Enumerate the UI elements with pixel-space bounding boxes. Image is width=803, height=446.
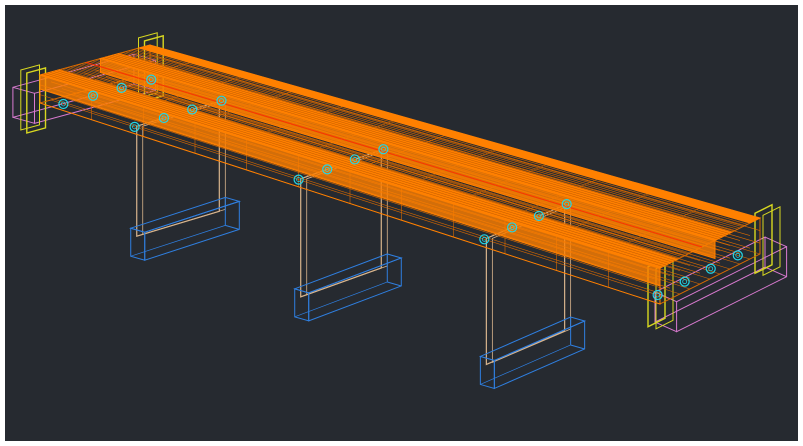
deck-centerline bbox=[86, 61, 703, 248]
abutment-cap-edge bbox=[12, 116, 35, 124]
footing-top bbox=[478, 316, 587, 361]
bearing-icon bbox=[679, 276, 690, 287]
abutment-cap-back bbox=[676, 245, 788, 333]
deck-longitudinal-line bbox=[94, 79, 711, 269]
deck-barrier-line bbox=[59, 69, 679, 260]
abutment-cap-edge bbox=[764, 236, 787, 248]
abutment-cap-edge bbox=[12, 86, 35, 94]
deck-longitudinal-line bbox=[105, 76, 721, 264]
footing-edge bbox=[225, 224, 240, 230]
bridge-deck bbox=[38, 44, 762, 305]
bearing-icon bbox=[705, 263, 716, 274]
footing-top bbox=[293, 253, 403, 294]
footing-edge bbox=[387, 281, 402, 287]
footing-top bbox=[129, 196, 242, 233]
footing-edge bbox=[570, 344, 585, 350]
bridge-wireframe-model[interactable] bbox=[5, 5, 798, 441]
deck-longitudinal-line bbox=[83, 72, 701, 261]
cad-3d-viewport[interactable] bbox=[5, 5, 798, 441]
deck-barrier-line bbox=[103, 57, 718, 240]
bearing-inner bbox=[708, 266, 714, 272]
deck-longitudinal-line bbox=[116, 81, 731, 270]
bearing-inner bbox=[682, 279, 688, 285]
